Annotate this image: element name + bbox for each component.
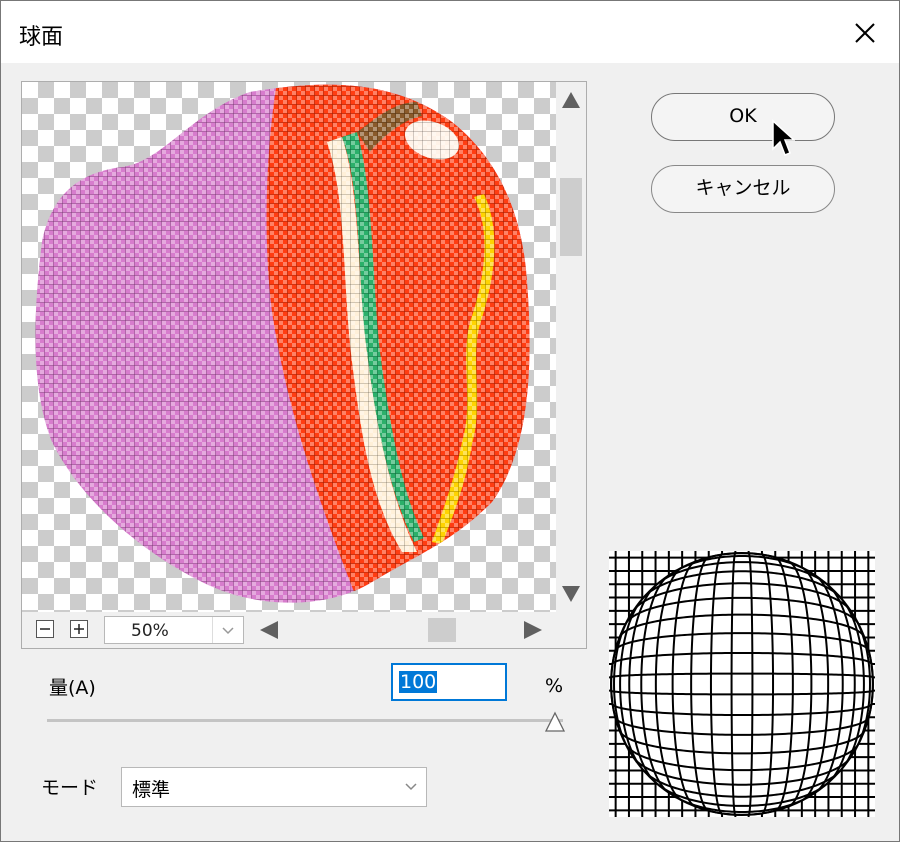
preview-canvas[interactable] [22,82,556,612]
plus-icon [74,624,84,634]
grid-line [730,551,737,817]
zoom-value: 50% [131,621,169,641]
grid-line [609,782,875,807]
minus-icon [40,628,50,630]
vertical-scrollbar[interactable] [556,82,586,612]
mode-label: モード [41,777,99,799]
zoom-dropdown[interactable] [212,617,243,643]
amount-slider[interactable] [47,719,563,722]
spherized-image [35,84,530,603]
grid-line [609,632,875,652]
grid-line [709,551,724,817]
preview-bottom-bar: 50% [22,612,586,648]
grid-line [609,702,875,717]
zoom-in-button[interactable] [70,620,88,638]
grid-line [747,551,754,817]
amount-slider-thumb[interactable] [544,711,566,733]
grid-line [840,551,865,817]
grid-line [609,561,875,586]
grid-line [774,551,794,817]
dialog-title: 球面 [19,25,64,50]
scroll-down-icon[interactable] [561,584,581,604]
grid-line [619,551,644,817]
chevron-down-icon [222,627,234,635]
grid-line [609,672,875,679]
grid-line [760,551,775,817]
grid-line [609,716,875,736]
mode-value: 標準 [132,779,171,801]
zoom-select[interactable]: 50% [104,616,244,644]
close-button[interactable] [847,15,883,51]
grid-line [609,689,875,696]
spherize-grid [609,551,875,817]
preview-panel: 50% [21,81,587,649]
scroll-left-icon[interactable] [258,620,280,640]
scroll-up-icon[interactable] [561,90,581,110]
mode-select[interactable]: 標準 [121,767,427,807]
scroll-right-icon[interactable] [522,620,544,640]
amount-value: 100 [399,671,438,693]
spherize-grid-preview [609,551,875,817]
cancel-button[interactable]: キャンセル [651,165,835,213]
close-icon [855,23,875,43]
amount-unit: % [545,675,564,697]
grid-line [609,651,875,666]
title-bar: 球面 [1,1,899,63]
horizontal-scroll-thumb[interactable] [428,618,456,642]
grid-line [690,551,710,817]
zoom-out-button[interactable] [36,620,54,638]
amount-label: 量(A) [49,677,96,699]
mouse-pointer-icon [772,119,795,156]
vertical-scroll-thumb[interactable] [560,178,582,256]
ok-button[interactable]: OK [651,93,835,141]
spherize-dialog: 球面 50% OK キャンセル 量(A) 100 % モード 標準 [0,0,900,842]
amount-input[interactable]: 100 [391,663,507,701]
chevron-down-icon [405,783,417,791]
